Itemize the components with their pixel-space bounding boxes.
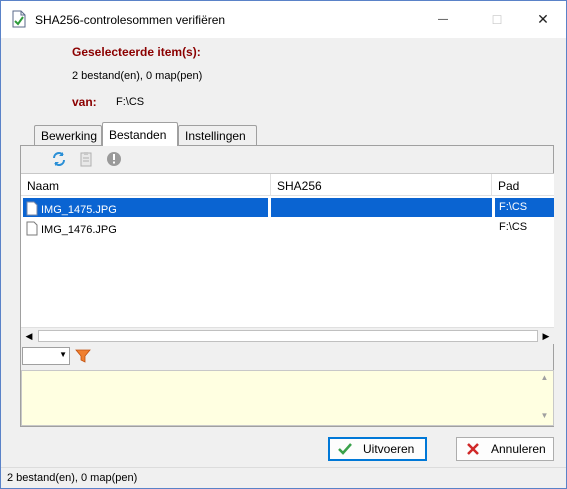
list-header: Naam SHA256 Pad	[21, 174, 554, 196]
file-icon	[26, 221, 38, 236]
file-list[interactable]: Naam SHA256 Pad IMG_1475.JPG F:\CS IMG_1…	[21, 173, 554, 344]
checkmark-icon	[338, 443, 352, 455]
tab-instellingen[interactable]: Instellingen	[178, 125, 257, 145]
filter-icon[interactable]	[75, 348, 91, 364]
title-bar[interactable]: SHA256-controlesommen verifiëren — ☐ ✕	[1, 1, 566, 38]
chevron-down-icon: ▼	[59, 350, 67, 359]
file-icon	[26, 201, 38, 216]
notes-area[interactable]: ▲ ▼	[21, 370, 554, 426]
column-header-sha256[interactable]: SHA256	[271, 174, 492, 196]
sha256-cell	[271, 218, 492, 237]
cancel-x-icon	[467, 443, 479, 455]
selected-items-value: 2 bestand(en), 0 map(pen)	[72, 70, 203, 82]
run-button-label: Uitvoeren	[363, 442, 415, 456]
maximize-button: ☐	[474, 1, 520, 38]
scrollbar-thumb[interactable]	[38, 330, 538, 342]
close-icon: ✕	[537, 11, 549, 27]
clipboard-icon	[80, 152, 92, 167]
refresh-icon[interactable]	[51, 151, 67, 167]
app-checksum-icon	[12, 10, 26, 28]
status-text: 2 bestand(en), 0 map(pen)	[7, 472, 138, 484]
cancel-button-label: Annuleren	[491, 442, 546, 456]
tab-bewerking[interactable]: Bewerking	[34, 125, 102, 145]
file-name-text: IMG_1475.JPG	[41, 204, 117, 216]
sha256-cell	[271, 198, 492, 217]
maximize-icon: ☐	[491, 12, 503, 27]
selected-items-label: Geselecteerde item(s):	[72, 45, 201, 59]
minimize-button[interactable]: —	[420, 1, 466, 38]
tab-bestanden[interactable]: Bestanden	[102, 122, 178, 146]
dialog-window: SHA256-controlesommen verifiëren — ☐ ✕ G…	[0, 0, 567, 489]
window-title: SHA256-controlesommen verifiëren	[35, 13, 226, 27]
path-cell: F:\CS	[495, 198, 554, 217]
horizontal-scrollbar[interactable]: ◀ ▶	[21, 327, 554, 344]
table-row[interactable]: IMG_1475.JPG F:\CS	[21, 198, 554, 217]
vertical-scrollbar[interactable]: ▲ ▼	[536, 371, 553, 425]
info-icon	[107, 152, 121, 166]
path-cell: F:\CS	[499, 221, 528, 233]
scroll-up-icon[interactable]: ▲	[536, 373, 553, 389]
run-button[interactable]: Uitvoeren	[328, 437, 427, 461]
cancel-button[interactable]: Annuleren	[456, 437, 554, 461]
status-bar: 2 bestand(en), 0 map(pen)	[1, 467, 566, 488]
column-header-naam[interactable]: Naam	[21, 174, 271, 196]
file-name-cell[interactable]: IMG_1475.JPG	[23, 198, 268, 217]
close-button[interactable]: ✕	[520, 1, 566, 38]
scroll-left-icon[interactable]: ◀	[21, 328, 37, 345]
minimize-icon: —	[438, 14, 448, 25]
scroll-right-icon[interactable]: ▶	[538, 328, 554, 345]
filter-combo[interactable]: ▼	[22, 347, 70, 365]
column-header-pad[interactable]: Pad	[492, 174, 554, 196]
from-path-value: F:\CS	[116, 96, 145, 108]
file-name-cell[interactable]: IMG_1476.JPG	[23, 218, 268, 237]
from-label: van:	[72, 95, 97, 109]
file-name-text: IMG_1476.JPG	[41, 224, 117, 236]
table-row[interactable]: IMG_1476.JPG F:\CS	[21, 218, 554, 237]
scroll-down-icon[interactable]: ▼	[536, 411, 553, 427]
